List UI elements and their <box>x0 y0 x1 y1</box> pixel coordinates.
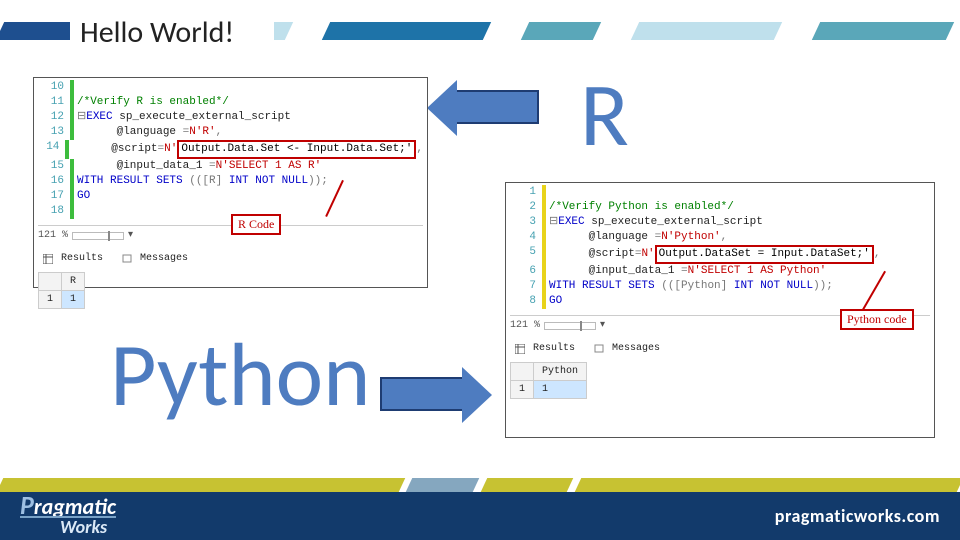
footer-url: pragmaticworks.com <box>775 505 940 527</box>
tab-messages[interactable]: Messages <box>589 337 670 360</box>
tab-results[interactable]: Results <box>38 247 113 270</box>
footer: Pragmatic Works pragmaticworks.com <box>0 478 960 540</box>
results-grid: R 11 <box>38 272 85 309</box>
arrow-right-icon <box>380 377 464 411</box>
tab-messages[interactable]: Messages <box>117 247 198 270</box>
label-r: R <box>580 60 629 170</box>
tab-results[interactable]: Results <box>510 337 585 360</box>
brand-logo: Pragmatic Works <box>20 496 116 536</box>
code-panel-r: 1011/*Verify R is enabled*/12⊟EXEC sp_ex… <box>33 77 428 288</box>
results-grid: Python 11 <box>510 362 587 399</box>
code-panel-python: 12/*Verify Python is enabled*/3⊟EXEC sp_… <box>505 182 935 438</box>
page-title: Hello World! <box>70 12 274 53</box>
callout-r-code: R Code <box>231 214 281 235</box>
label-python: Python <box>110 320 370 430</box>
arrow-left-icon <box>455 90 539 124</box>
callout-python-code: Python code <box>840 309 914 330</box>
